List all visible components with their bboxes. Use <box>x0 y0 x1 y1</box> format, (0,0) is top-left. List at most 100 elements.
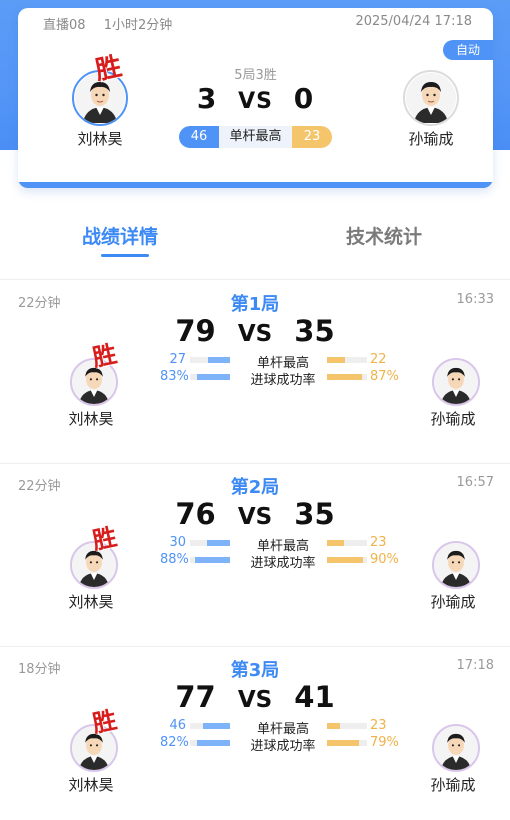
active-tab-indicator <box>101 254 149 257</box>
round-time: 17:18 <box>456 658 494 673</box>
score-right: 41 <box>294 680 335 714</box>
summary-player-right[interactable]: 孙瑜成 <box>396 70 466 149</box>
score-right: 35 <box>294 314 335 348</box>
left-bar-fill <box>196 374 230 380</box>
vs-label: VS <box>237 687 273 713</box>
stat-left-value: 82% <box>160 735 189 750</box>
right-bar <box>327 557 367 563</box>
avatar <box>403 70 459 126</box>
auto-badge: 自动 <box>443 40 493 60</box>
round-time: 16:33 <box>456 292 494 307</box>
player-name-left: 刘林昊 <box>68 593 114 611</box>
stat-label: 单杆最高 <box>219 126 292 148</box>
card-accent-strip <box>18 182 493 188</box>
player-avatar-icon <box>434 543 478 587</box>
round-card-2[interactable]: 22分钟 第2局 16:57 76 VS 35 30 单杆最高 23 88% 进… <box>0 463 510 643</box>
left-bar <box>190 557 230 563</box>
round-player-right[interactable]: 孙瑜成 <box>430 724 480 795</box>
stat-row-pot-success: 88% 进球成功率 90% <box>160 552 400 571</box>
player-name-right: 孙瑜成 <box>430 776 476 794</box>
match-meta: 直播08 1小时2分钟 <box>43 14 186 33</box>
stat-row-pot-success: 83% 进球成功率 87% <box>160 369 400 388</box>
score-left: 76 <box>175 497 216 531</box>
player-avatar-icon <box>406 73 456 123</box>
score-right: 35 <box>294 497 335 531</box>
player-avatar-icon <box>434 360 478 404</box>
left-bar <box>190 723 230 729</box>
match-summary-card: 直播08 1小时2分钟 2025/04/24 17:18 自动 胜 刘林昊 5局… <box>18 8 493 188</box>
left-bar <box>190 357 230 363</box>
round-title: 第1局 <box>230 294 280 315</box>
right-bar-fill <box>327 740 359 746</box>
stat-right-value: 23 <box>292 126 332 148</box>
player-name-right: 孙瑜成 <box>430 410 476 428</box>
stat-right-value: 23 <box>370 535 387 550</box>
round-player-right[interactable]: 孙瑜成 <box>430 541 480 612</box>
left-bar-fill <box>208 357 230 363</box>
avatar <box>432 358 480 406</box>
stat-label: 进球成功率 <box>250 556 316 571</box>
round-player-left[interactable]: 胜 刘林昊 <box>68 705 119 795</box>
player-avatar-icon <box>434 726 478 770</box>
right-bar-fill <box>327 357 345 363</box>
stat-right-value: 87% <box>370 369 399 384</box>
round-title: 第3局 <box>230 660 280 681</box>
stat-row-pot-success: 82% 进球成功率 79% <box>160 735 400 754</box>
left-bar-fill <box>203 723 230 729</box>
stat-right-value: 90% <box>370 552 399 567</box>
vs-label: VS <box>237 321 273 347</box>
round-card-3[interactable]: 18分钟 第3局 17:18 77 VS 41 46 单杆最高 23 82% 进… <box>0 646 510 820</box>
tab-match-details[interactable]: 战绩详情 <box>82 222 158 249</box>
score-left: 77 <box>175 680 216 714</box>
tab-bar: 战绩详情 技术统计 <box>0 222 510 262</box>
round-title: 第2局 <box>230 477 280 498</box>
left-bar <box>190 740 230 746</box>
stat-left-value: 27 <box>169 352 186 367</box>
round-player-left[interactable]: 胜 刘林昊 <box>68 339 119 429</box>
left-bar <box>190 540 230 546</box>
stat-row-highest-break: 46 单杆最高 23 <box>160 718 400 737</box>
left-bar-fill <box>197 740 230 746</box>
avatar <box>432 541 480 589</box>
right-bar <box>327 357 367 363</box>
stat-label: 进球成功率 <box>250 739 316 754</box>
stat-row-highest-break: 30 单杆最高 23 <box>160 535 400 554</box>
score-left: 3 <box>196 82 218 115</box>
player-name-right: 孙瑜成 <box>430 593 476 611</box>
player-name-left: 刘林昊 <box>68 776 114 794</box>
stat-row-highest-break: 27 单杆最高 22 <box>160 352 400 371</box>
match-datetime: 2025/04/24 17:18 <box>355 14 472 29</box>
tab-tech-stats[interactable]: 技术统计 <box>346 222 422 249</box>
stat-left-value: 46 <box>179 126 219 148</box>
round-time: 16:57 <box>456 475 494 490</box>
right-bar <box>327 723 367 729</box>
stat-left-value: 83% <box>160 369 189 384</box>
round-card-1[interactable]: 22分钟 第1局 16:33 79 VS 35 27 单杆最高 22 83% 进… <box>0 280 510 460</box>
channel-label: 直播08 <box>43 18 86 33</box>
round-score: 76 VS 35 <box>0 497 510 531</box>
match-duration: 1小时2分钟 <box>103 18 173 33</box>
left-bar-fill <box>194 557 230 563</box>
stat-right-value: 23 <box>370 718 387 733</box>
stat-left-value: 30 <box>169 535 186 550</box>
vs-label: VS <box>238 89 273 114</box>
player-name-left: 刘林昊 <box>68 410 114 428</box>
right-bar <box>327 374 367 380</box>
stat-label: 进球成功率 <box>250 373 316 388</box>
right-bar-fill <box>327 540 345 546</box>
round-score: 77 VS 41 <box>0 680 510 714</box>
left-bar <box>190 374 230 380</box>
avatar <box>432 724 480 772</box>
right-bar-fill <box>327 374 362 380</box>
right-bar-fill <box>327 723 341 729</box>
stat-right-value: 79% <box>370 735 399 750</box>
round-player-left[interactable]: 胜 刘林昊 <box>68 522 119 612</box>
vs-label: VS <box>237 504 273 530</box>
stat-left-value: 46 <box>169 718 186 733</box>
right-bar-fill <box>327 557 363 563</box>
round-player-right[interactable]: 孙瑜成 <box>430 358 480 429</box>
stat-left-value: 88% <box>160 552 189 567</box>
stat-right-value: 22 <box>370 352 387 367</box>
round-score: 79 VS 35 <box>0 314 510 348</box>
player-name-left: 刘林昊 <box>77 130 123 148</box>
